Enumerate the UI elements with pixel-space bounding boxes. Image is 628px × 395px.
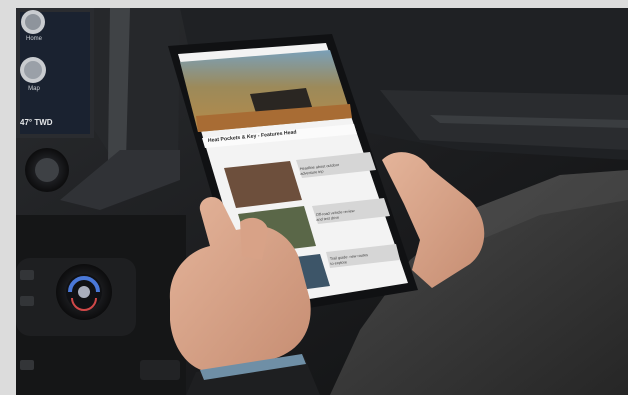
center-stack [94, 8, 180, 170]
photo-border-top [0, 0, 628, 8]
map-label: Map [28, 86, 40, 92]
temperature-readout: 47° TWD [20, 118, 53, 127]
photo-scene: Heat Pockets & Key - Features Head Headl… [0, 0, 628, 395]
home-label: Home [25, 36, 42, 42]
scene-illustration: Heat Pockets & Key - Features Head Headl… [0, 0, 628, 395]
article-thumbnail-1 [224, 161, 302, 208]
photo-border-left [0, 0, 16, 395]
